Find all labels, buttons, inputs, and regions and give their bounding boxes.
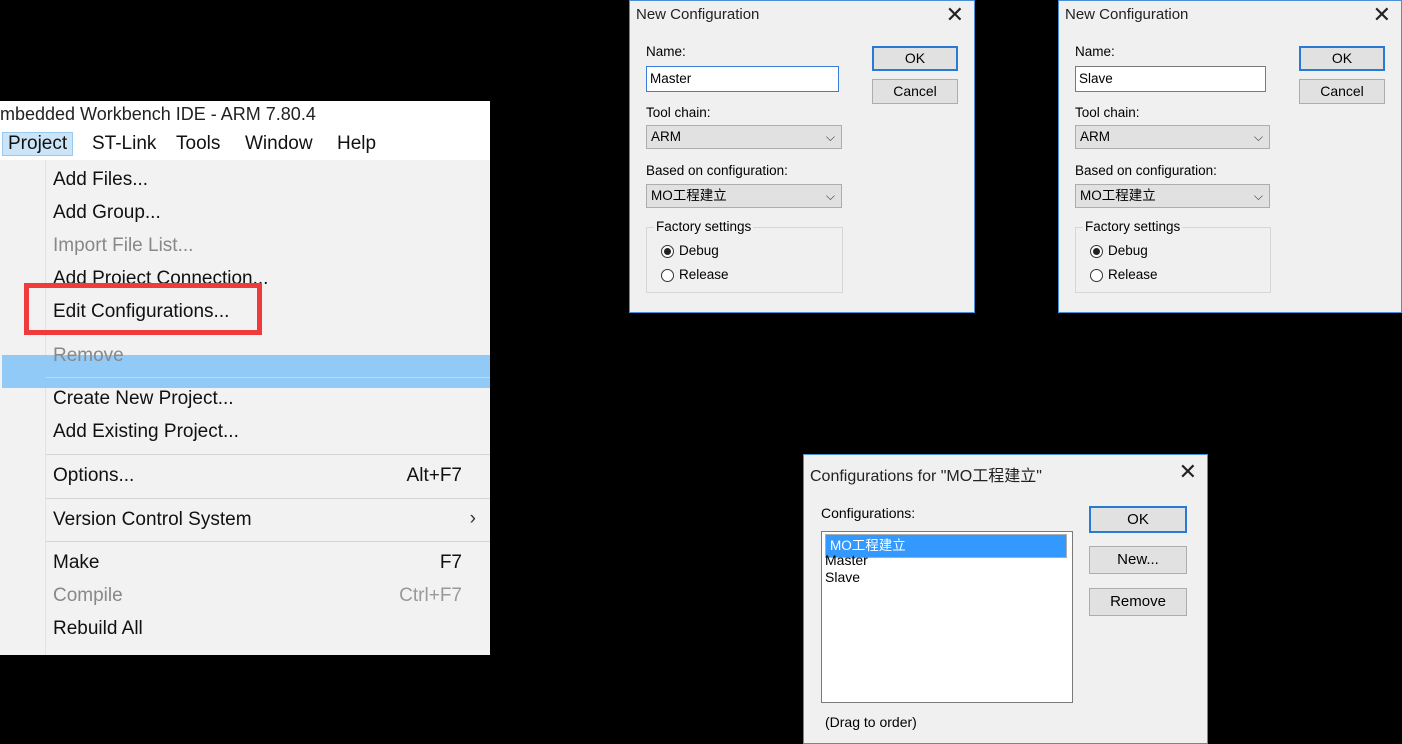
configurations-label: Configurations: [821, 505, 916, 521]
menu-item-rebuild-all[interactable]: Rebuild All [53, 618, 143, 640]
name-input[interactable]: Slave [1075, 66, 1266, 92]
ok-button[interactable]: OK [1089, 506, 1187, 533]
toolchain-label: Tool chain: [646, 105, 711, 120]
chevron-down-icon: ⌵ [1253, 130, 1263, 144]
ok-button[interactable]: OK [1299, 46, 1385, 71]
debug-radio[interactable] [661, 245, 674, 258]
chevron-down-icon: ⌵ [825, 189, 835, 203]
callout-red-box [24, 283, 262, 335]
name-label: Name: [1075, 44, 1115, 59]
close-icon[interactable]: ✕ [1179, 459, 1197, 485]
new-configuration-dialog-slave: New Configuration ✕ Name: Slave Tool cha… [1058, 0, 1402, 313]
menu-item-make[interactable]: Make [53, 552, 99, 574]
menu-project[interactable]: Project [2, 132, 74, 156]
debug-label: Debug [1108, 243, 1148, 258]
menu-help[interactable]: Help [337, 133, 376, 155]
menu-bar: Project ST-Link Tools Window Help [0, 130, 490, 160]
factory-settings-group [1075, 227, 1271, 293]
release-radio[interactable] [1090, 269, 1103, 282]
menu-separator [46, 454, 490, 455]
remove-button[interactable]: Remove [1089, 588, 1187, 616]
drag-hint: (Drag to order) [825, 714, 917, 730]
release-label: Release [679, 267, 729, 282]
release-radio[interactable] [661, 269, 674, 282]
chevron-down-icon: ⌵ [825, 130, 835, 144]
menu-item-add-group[interactable]: Add Group... [53, 202, 161, 224]
close-icon[interactable]: ✕ [1373, 2, 1391, 28]
menu-item-options[interactable]: Options... [53, 465, 134, 487]
menu-gutter [45, 160, 46, 655]
toolchain-select[interactable]: ARM ⌵ [1075, 125, 1270, 149]
menu-item-remove: Remove [53, 345, 124, 366]
shortcut-compile: Ctrl+F7 [399, 585, 462, 606]
new-button[interactable]: New... [1089, 546, 1187, 574]
ok-button[interactable]: OK [872, 46, 958, 71]
shortcut-make: F7 [439, 552, 462, 573]
toolchain-label: Tool chain: [1075, 105, 1140, 120]
factory-settings-group [646, 227, 843, 293]
menu-item-create-new-project[interactable]: Create New Project... [53, 388, 234, 410]
menu-separator [46, 498, 490, 499]
ide-window: mbedded Workbench IDE - ARM 7.80.4 Proje… [0, 101, 490, 655]
based-on-label: Based on configuration: [646, 163, 788, 178]
new-configuration-dialog-master: New Configuration ✕ Name: Master Tool ch… [629, 0, 975, 313]
menu-separator [46, 377, 490, 378]
chevron-down-icon: ⌵ [1253, 189, 1263, 203]
cancel-button[interactable]: Cancel [872, 79, 958, 104]
release-label: Release [1108, 267, 1158, 282]
menu-separator [46, 541, 490, 542]
toolchain-select[interactable]: ARM ⌵ [646, 125, 842, 149]
window-title: mbedded Workbench IDE - ARM 7.80.4 [0, 104, 316, 124]
based-on-select[interactable]: MO工程建立 ⌵ [1075, 184, 1270, 208]
menu-st-link[interactable]: ST-Link [92, 133, 156, 155]
based-on-value: MO工程建立 [1080, 188, 1156, 203]
name-input[interactable]: Master [646, 66, 839, 92]
submenu-arrow-icon: › [469, 508, 476, 529]
factory-settings-label: Factory settings [654, 219, 754, 234]
dialog-title: Configurations for "MO工程建立" [810, 468, 1042, 485]
factory-settings-label: Factory settings [1083, 219, 1183, 234]
based-on-select[interactable]: MO工程建立 ⌵ [646, 184, 842, 208]
list-item[interactable]: Slave [825, 569, 860, 585]
toolchain-value: ARM [1080, 129, 1110, 144]
configurations-dialog: Configurations for "MO工程建立" ✕ Configurat… [803, 454, 1208, 744]
menu-window[interactable]: Window [245, 133, 313, 155]
menu-item-add-files[interactable]: Add Files... [53, 169, 148, 191]
list-item[interactable]: Master [825, 552, 868, 568]
menu-item-add-existing-project[interactable]: Add Existing Project... [53, 421, 239, 443]
debug-label: Debug [679, 243, 719, 258]
dialog-title: New Configuration [1065, 6, 1189, 23]
toolchain-value: ARM [651, 129, 681, 144]
menu-item-import-file-list: Import File List... [53, 235, 194, 256]
based-on-value: MO工程建立 [651, 188, 727, 203]
name-label: Name: [646, 44, 686, 59]
based-on-label: Based on configuration: [1075, 163, 1217, 178]
configurations-list[interactable]: MO工程建立 Master Slave [821, 531, 1073, 703]
shortcut-options: Alt+F7 [406, 465, 462, 486]
menu-item-compile: Compile [53, 585, 123, 606]
menu-tools[interactable]: Tools [176, 133, 220, 155]
menu-item-version-control[interactable]: Version Control System [53, 509, 252, 531]
close-icon[interactable]: ✕ [946, 2, 964, 28]
project-dropdown-menu: Add Files... Add Group... Import File Li… [0, 160, 490, 655]
cancel-button[interactable]: Cancel [1299, 79, 1385, 104]
debug-radio[interactable] [1090, 245, 1103, 258]
dialog-title: New Configuration [636, 6, 760, 23]
